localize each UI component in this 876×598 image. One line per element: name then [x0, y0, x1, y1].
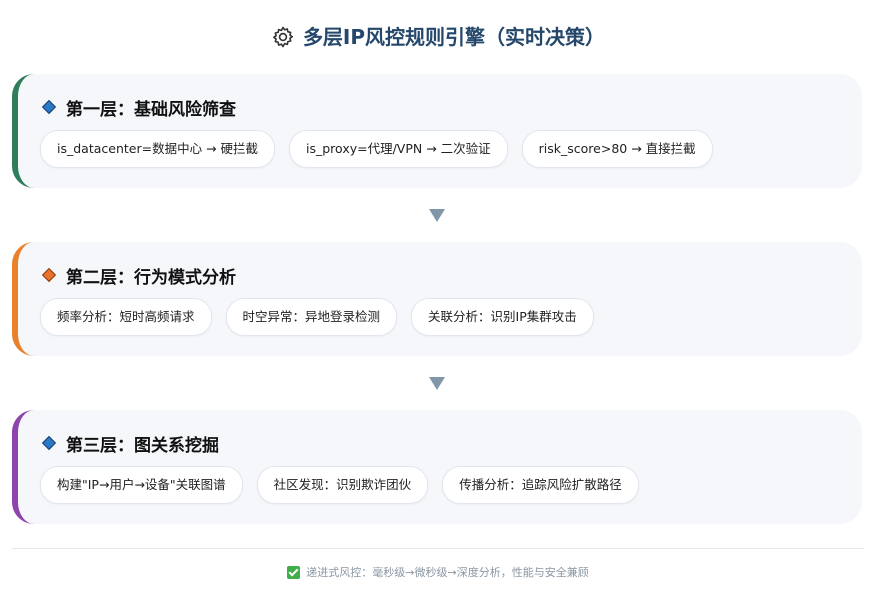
layer-1-heading: 第一层：基础风险筛查 — [41, 94, 236, 120]
rule-pill: 社区发现：识别欺诈团伙 — [256, 466, 429, 504]
layer-3-card: 第三层：图关系挖掘 构建"IP→用户→设备"关联图谱 社区发现：识别欺诈团伙 传… — [12, 410, 862, 524]
rule-pill: is_proxy=代理/VPN → 二次验证 — [289, 130, 508, 168]
diamond-orange-icon — [41, 267, 57, 283]
layer-3-rules: 构建"IP→用户→设备"关联图谱 社区发现：识别欺诈团伙 传播分析：追踪风险扩散… — [40, 466, 639, 504]
rule-pill: is_datacenter=数据中心 → 硬拦截 — [40, 130, 276, 168]
footer-note: 递进式风控：毫秒级→微秒级→深度分析，性能与安全兼顾 — [0, 562, 876, 584]
layer-1-rules: is_datacenter=数据中心 → 硬拦截 is_proxy=代理/VPN… — [40, 130, 713, 168]
diamond-blue-icon — [41, 435, 57, 451]
rule-pill: 传播分析：追踪风险扩散路径 — [442, 466, 639, 504]
checkmark-icon — [287, 565, 301, 579]
gear-icon — [271, 25, 295, 49]
layer-1-heading-text: 第一层：基础风险筛查 — [66, 99, 236, 120]
footer-divider — [12, 548, 864, 549]
rule-pill: 构建"IP→用户→设备"关联图谱 — [40, 466, 243, 504]
diamond-blue-icon — [41, 99, 57, 115]
rule-pill: 时空异常：异地登录检测 — [225, 298, 398, 336]
layer-1-card: 第一层：基础风险筛查 is_datacenter=数据中心 → 硬拦截 is_p… — [12, 74, 862, 188]
down-arrow-icon — [429, 377, 445, 390]
layer-3-heading-text: 第三层：图关系挖掘 — [66, 435, 219, 456]
footer-text: 递进式风控：毫秒级→微秒级→深度分析，性能与安全兼顾 — [306, 566, 589, 579]
page-title: 多层IP风控规则引擎（实时决策） — [0, 20, 876, 54]
page-title-text: 多层IP风控规则引擎（实时决策） — [302, 25, 606, 49]
down-arrow-icon — [429, 209, 445, 222]
layer-2-card: 第二层：行为模式分析 频率分析：短时高频请求 时空异常：异地登录检测 关联分析：… — [12, 242, 862, 356]
layer-2-heading-text: 第二层：行为模式分析 — [66, 267, 236, 288]
rule-pill: risk_score>80 → 直接拦截 — [521, 130, 713, 168]
layer-3-heading: 第三层：图关系挖掘 — [41, 430, 219, 456]
layer-2-rules: 频率分析：短时高频请求 时空异常：异地登录检测 关联分析：识别IP集群攻击 — [40, 298, 594, 336]
layer-2-heading: 第二层：行为模式分析 — [41, 262, 236, 288]
rule-pill: 频率分析：短时高频请求 — [40, 298, 212, 336]
rule-pill: 关联分析：识别IP集群攻击 — [411, 298, 594, 336]
